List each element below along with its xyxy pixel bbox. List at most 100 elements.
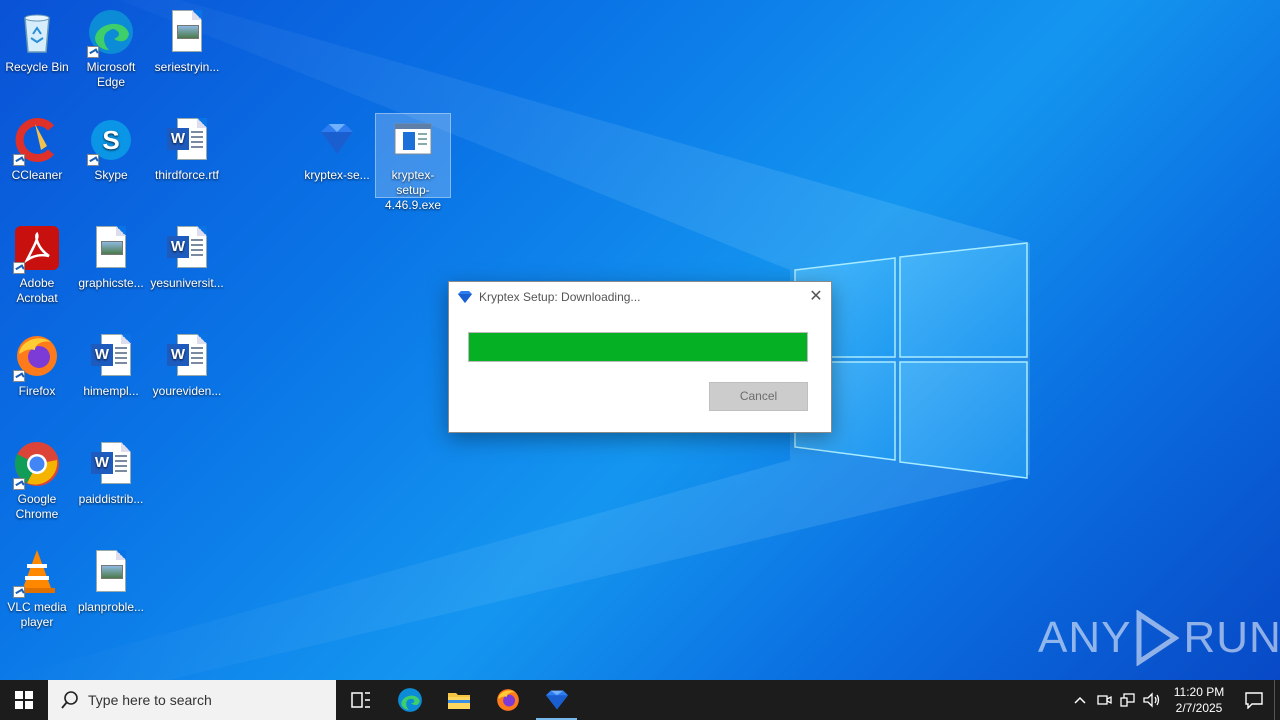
camera-icon — [1097, 695, 1112, 705]
desktop-icon-word-doc[interactable]: W himempl... — [74, 332, 148, 399]
play-triangle-icon — [1136, 610, 1180, 666]
desktop-icon-adobe-acrobat[interactable]: Adobe Acrobat — [0, 224, 74, 306]
word-document-icon: W — [87, 332, 135, 380]
kryptex-gem-icon — [458, 291, 472, 303]
adobe-acrobat-icon — [13, 224, 61, 274]
shortcut-arrow-icon — [13, 154, 25, 166]
image-file-icon — [163, 8, 211, 56]
taskbar-firefox-button[interactable] — [483, 680, 532, 720]
desktop-icon-label: kryptex-setup-4.46.9.exe — [384, 168, 442, 212]
chevron-up-icon — [1074, 696, 1086, 704]
tray-volume-button[interactable] — [1140, 680, 1164, 720]
desktop-icon-google-chrome[interactable]: Google Chrome — [0, 440, 74, 522]
taskbar-clock[interactable]: 11:20 PM 2/7/2025 — [1168, 684, 1230, 716]
system-tray: 11:20 PM 2/7/2025 — [1068, 680, 1280, 720]
show-hidden-icons-button[interactable] — [1068, 680, 1092, 720]
progress-fill — [469, 333, 807, 361]
word-document-icon: W — [87, 440, 135, 488]
tray-network-button[interactable] — [1116, 680, 1140, 720]
desktop-icon-label: CCleaner — [11, 168, 63, 182]
taskbar-edge-button[interactable] — [385, 680, 434, 720]
shortcut-arrow-icon — [13, 370, 25, 382]
taskbar-kryptex-button[interactable] — [532, 680, 581, 720]
notification-icon — [1245, 692, 1263, 709]
start-button[interactable] — [0, 680, 48, 720]
desktop-icon-label: Recycle Bin — [5, 60, 69, 74]
speaker-icon — [1143, 692, 1160, 708]
edge-icon — [87, 8, 135, 58]
desktop-icon-firefox[interactable]: Firefox — [0, 332, 74, 399]
desktop-icon-word-doc[interactable]: W yesuniversit... — [150, 224, 224, 291]
firefox-icon — [13, 332, 61, 382]
desktop-icon-label: seriestryin... — [154, 60, 220, 74]
desktop-icon-label: planproble... — [77, 600, 145, 614]
taskbar-file-explorer-button[interactable] — [434, 680, 483, 720]
taskbar: Type here to search 11:20 PM 2/7/2025 — [0, 680, 1280, 720]
desktop-icon-label: Google Chrome — [15, 492, 59, 521]
windows-logo-icon — [15, 691, 33, 709]
desktop-icon-kryptex-setup[interactable]: kryptex-setup-4.46.9.exe — [375, 113, 451, 212]
taskbar-search-box[interactable]: Type here to search — [48, 680, 336, 720]
desktop-icon-kryptex-shortcut[interactable]: kryptex-se... — [300, 116, 374, 183]
desktop-icon-label: thirdforce.rtf — [154, 168, 220, 182]
desktop-icon-recycle-bin[interactable]: Recycle Bin — [0, 8, 74, 75]
desktop-icon-image-file[interactable]: seriestryin... — [150, 8, 224, 75]
desktop-icon-microsoft-edge[interactable]: Microsoft Edge — [74, 8, 148, 90]
desktop-icon-label: Adobe Acrobat — [16, 276, 58, 305]
chrome-icon — [13, 440, 61, 490]
shortcut-arrow-icon — [87, 46, 99, 58]
word-document-icon: W — [163, 116, 211, 164]
desktop-icon-word-doc[interactable]: W paiddistrib... — [74, 440, 148, 507]
close-button[interactable]: ✕ — [807, 288, 825, 306]
anyrun-watermark: ANY RUN — [1038, 610, 1280, 666]
close-icon: ✕ — [809, 288, 823, 305]
desktop-icon-label: youreviden... — [152, 384, 222, 398]
installer-exe-icon — [389, 116, 437, 164]
desktop-icon-label: Firefox — [18, 384, 56, 398]
edge-icon — [397, 688, 422, 712]
svg-text:S: S — [102, 125, 119, 155]
desktop-icon-label: himempl... — [83, 384, 139, 398]
watermark-text-right: RUN — [1183, 613, 1280, 662]
clock-time: 11:20 PM — [1173, 685, 1225, 699]
word-document-icon: W — [163, 332, 211, 380]
task-view-icon — [350, 692, 370, 708]
watermark-text-left: ANY — [1038, 613, 1132, 662]
clock-date: 2/7/2025 — [1175, 701, 1223, 715]
action-center-button[interactable] — [1234, 680, 1274, 720]
shortcut-arrow-icon — [13, 586, 25, 598]
desktop-icon-image-file[interactable]: planproble... — [74, 548, 148, 615]
word-document-icon: W — [163, 224, 211, 272]
cancel-button[interactable]: Cancel — [709, 382, 808, 411]
folder-icon — [447, 693, 470, 709]
kryptex-gem-icon — [545, 690, 568, 710]
show-desktop-button[interactable] — [1274, 680, 1280, 720]
tray-meet-now-button[interactable] — [1092, 680, 1116, 720]
network-icon — [1120, 693, 1135, 707]
task-view-button[interactable] — [336, 680, 385, 720]
desktop-icon-label: Microsoft Edge — [86, 60, 136, 89]
desktop-icon-label: Skype — [94, 168, 128, 182]
image-file-icon — [87, 224, 135, 272]
shortcut-arrow-icon — [13, 478, 25, 490]
desktop-icon-vlc[interactable]: VLC media player — [0, 548, 74, 630]
desktop-icon-label: kryptex-se... — [304, 168, 370, 182]
shortcut-arrow-icon — [13, 262, 25, 274]
image-file-icon — [87, 548, 135, 596]
desktop-icon-label: yesuniversit... — [150, 276, 224, 290]
kryptex-setup-dialog: Kryptex Setup: Downloading... ✕ Cancel — [448, 281, 832, 433]
dialog-titlebar[interactable]: Kryptex Setup: Downloading... — [449, 282, 831, 312]
desktop-icon-skype[interactable]: S Skype — [74, 116, 148, 183]
search-placeholder: Type here to search — [88, 692, 212, 708]
vlc-cone-icon — [13, 548, 61, 598]
desktop-icon-image-file[interactable]: graphicste... — [74, 224, 148, 291]
desktop-icon-ccleaner[interactable]: CCleaner — [0, 116, 74, 183]
desktop-icon-word-doc[interactable]: W youreviden... — [150, 332, 224, 399]
desktop-icon-label: paiddistrib... — [78, 492, 144, 506]
desktop-icon-word-doc[interactable]: W thirdforce.rtf — [150, 116, 224, 183]
skype-icon: S — [87, 116, 135, 166]
download-progress-bar — [468, 332, 808, 362]
search-icon — [61, 691, 78, 709]
desktop-icon-label: VLC media player — [7, 600, 67, 629]
recycle-bin-icon — [13, 8, 61, 56]
